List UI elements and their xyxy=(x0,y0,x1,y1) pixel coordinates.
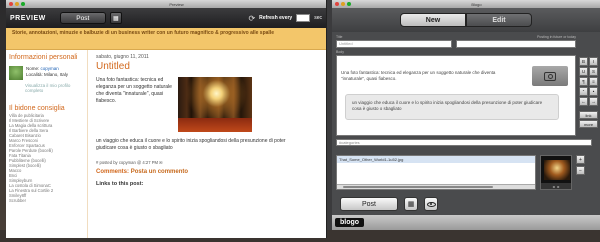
comments-line: Comments: Posta un commento xyxy=(96,169,321,175)
bold-button[interactable]: B xyxy=(579,57,588,66)
links-heading: Links to this post: xyxy=(96,181,144,187)
body-paragraph[interactable]: Una foto fantastica: tecnica ed eleganza… xyxy=(341,70,509,82)
underline-button[interactable]: U xyxy=(579,67,588,76)
preview-brand: PREVIEW xyxy=(10,14,46,22)
post-text: Una foto fantastica: tecnica ed eleganza… xyxy=(96,77,172,104)
recommended-link[interactable]: Scrubber xyxy=(9,198,84,203)
post-date: sabato, giugno 11, 2011 xyxy=(96,54,149,60)
profile-info: Nome: copyman Località: Milano, Italy xyxy=(26,66,68,80)
forest-photo xyxy=(178,77,252,132)
zoom-window-button[interactable] xyxy=(347,2,351,6)
post-comment-link[interactable]: Posta un commento xyxy=(131,169,188,175)
location-label: Località: xyxy=(26,72,43,77)
align-button[interactable]: ≡ xyxy=(589,77,598,86)
thumbnail-controls: ◂ ▸ xyxy=(541,183,571,189)
editor-titlebar[interactable]: Blogo xyxy=(332,0,600,8)
refresh-label: Refresh every xyxy=(259,15,293,21)
body-label: Body xyxy=(336,50,344,54)
outdent-button[interactable]: ← xyxy=(579,97,588,106)
format-toolbar: B I U S ¶ ≡ “ • ← → link more xyxy=(579,57,598,128)
insert-more-button[interactable]: more xyxy=(579,120,598,128)
body-editor[interactable]: Una foto fantastica: tecnica ed eleganza… xyxy=(336,55,576,136)
blogo-editor-window: Blogo New Edit Title Posting in future o… xyxy=(332,0,600,230)
blogo-logo: blogo xyxy=(335,218,365,227)
thumbnail-prev-icon[interactable]: ◂ xyxy=(552,184,554,189)
post-meta-text: # posted by copyman @ 4:27 PM xyxy=(96,160,158,165)
paragraph-button[interactable]: ¶ xyxy=(579,77,588,86)
refresh-icon[interactable]: ⟳ xyxy=(248,14,255,23)
refresh-unit-label: sec xyxy=(314,15,322,21)
add-attachment-button[interactable]: + xyxy=(576,155,585,164)
eye-icon xyxy=(426,201,436,207)
remove-attachment-button[interactable]: − xyxy=(576,166,585,175)
blog-header-banner: Storie, annotazioni, minuzie e balbuzie … xyxy=(6,28,326,50)
thumbnail-next-icon[interactable]: ▸ xyxy=(558,184,560,189)
preview-toggle-button[interactable] xyxy=(424,197,438,211)
tab-edit[interactable]: Edit xyxy=(466,13,532,27)
plus-icon: + xyxy=(579,156,582,163)
avatar xyxy=(9,66,23,80)
insert-link-button[interactable]: link xyxy=(579,111,598,119)
zoom-window-button[interactable] xyxy=(21,2,25,6)
refresh-interval-input[interactable] xyxy=(296,14,311,22)
post-button[interactable]: Post xyxy=(340,197,398,211)
tab-new[interactable]: New xyxy=(400,13,466,27)
bullet-list-button[interactable]: • xyxy=(589,87,598,96)
camera-icon xyxy=(544,71,556,81)
preview-toolbar: PREVIEW Post ▦ ⟳ Refresh every sec xyxy=(6,8,326,28)
recommended-heading: Il bidone consiglia xyxy=(9,105,65,112)
title-input[interactable]: Untitled xyxy=(336,40,452,48)
posting-date-input[interactable] xyxy=(456,40,576,48)
name-label: Nome: xyxy=(26,66,40,71)
screen: Preview PREVIEW Post ▦ ⟳ Refresh every s… xyxy=(0,0,600,242)
profile-block: Nome: copyman Località: Milano, Italy xyxy=(9,66,84,80)
preview-window-title: Preview xyxy=(169,1,184,7)
minus-icon: − xyxy=(579,167,582,174)
minimize-window-button[interactable] xyxy=(15,2,19,6)
comments-label: Comments: xyxy=(96,169,130,175)
layout-icon: ▦ xyxy=(112,15,119,22)
recommended-list: Villa de publicitaria Il Mestiere di Scr… xyxy=(9,113,84,203)
profile-name-link[interactable]: copyman xyxy=(41,66,59,71)
image-placeholder[interactable] xyxy=(532,66,568,86)
editor-tabbar: New Edit xyxy=(332,8,600,32)
date-label: Posting in future or today xyxy=(537,35,576,39)
categories-input[interactable]: #categories xyxy=(336,139,592,146)
post-caption: un viaggio che educa il cuore e lo spiri… xyxy=(96,138,286,151)
editor-window-title: Blogo xyxy=(471,1,482,7)
editor-footer: blogo xyxy=(332,215,600,230)
strikethrough-button[interactable]: S xyxy=(589,67,598,76)
layout-icon: ▦ xyxy=(407,201,415,208)
attachment-file[interactable]: That_Some_Other_World1-1u52.jpg xyxy=(337,156,535,163)
profile-heading: Informazioni personali xyxy=(9,54,78,61)
preview-post-button[interactable]: Post xyxy=(59,12,106,24)
layout-toggle-button[interactable]: ▦ xyxy=(404,197,418,211)
blog-post: sabato, giugno 11, 2011 Untitled Una fot… xyxy=(90,50,326,238)
preview-window: Preview PREVIEW Post ▦ ⟳ Refresh every s… xyxy=(6,0,327,238)
full-profile-link[interactable]: Visualizza il mio profilo completo xyxy=(9,83,84,93)
post-title: Untitled xyxy=(96,61,130,72)
indent-button[interactable]: → xyxy=(589,97,598,106)
preview-titlebar[interactable]: Preview xyxy=(6,0,326,8)
body-quote[interactable]: un viaggio che educa il cuore e lo spiri… xyxy=(345,94,559,120)
close-window-button[interactable] xyxy=(335,2,339,6)
attachments-list[interactable]: That_Some_Other_World1-1u52.jpg xyxy=(336,155,536,190)
close-window-button[interactable] xyxy=(9,2,13,6)
minimize-window-button[interactable] xyxy=(341,2,345,6)
blog-sidebar: Informazioni personali Nome: copyman Loc… xyxy=(6,50,88,238)
post-content: Una foto fantastica: tecnica ed eleganza… xyxy=(96,77,321,132)
attachments-scrollbar[interactable] xyxy=(337,184,535,189)
quote-button[interactable]: “ xyxy=(579,87,588,96)
attachment-buttons: + − xyxy=(576,155,585,175)
preview-layout-button[interactable]: ▦ xyxy=(109,12,122,24)
field-labels: Title Posting in future or today xyxy=(336,35,576,39)
location-value: Milano, Italy xyxy=(44,72,69,77)
attachment-thumbnail[interactable]: ◂ ▸ xyxy=(540,155,572,190)
blog-page: Informazioni personali Nome: copyman Loc… xyxy=(6,50,326,238)
title-label: Title xyxy=(336,35,343,39)
email-post-icon[interactable]: ✉ xyxy=(159,160,163,165)
italic-button[interactable]: I xyxy=(589,57,598,66)
editor-actions: Post ▦ xyxy=(332,193,600,215)
post-meta: # posted by copyman @ 4:27 PM ✉ xyxy=(96,160,321,165)
